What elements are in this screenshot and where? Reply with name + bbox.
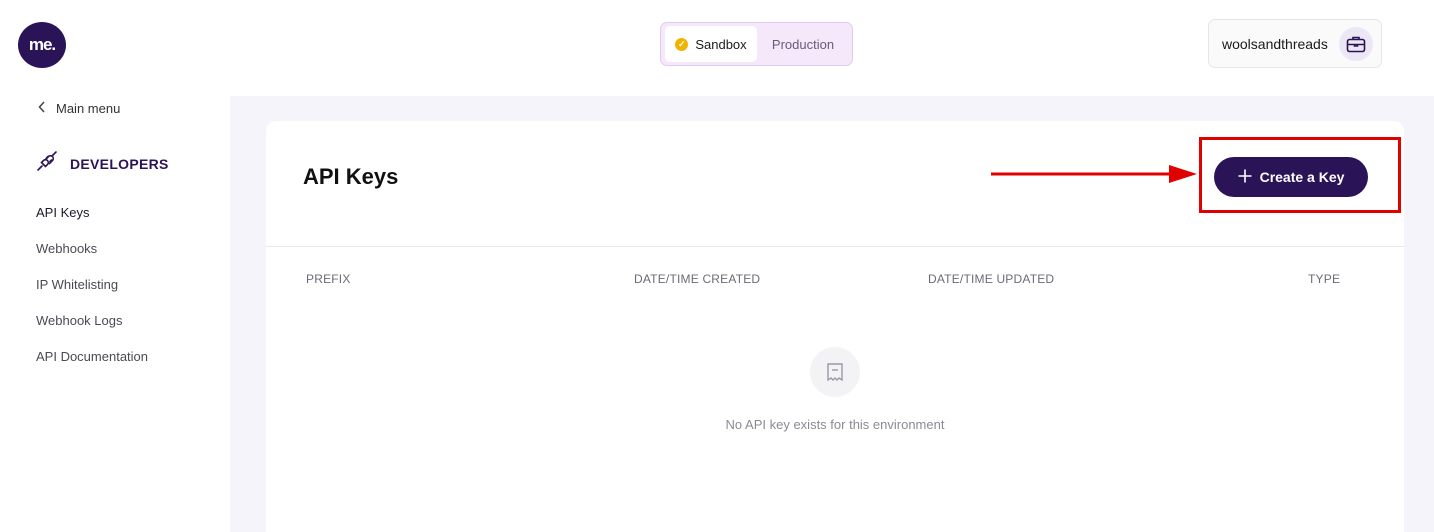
briefcase-icon <box>1339 26 1373 61</box>
empty-state-text: No API key exists for this environment <box>725 417 945 432</box>
account-name: woolsandthreads <box>1222 35 1328 52</box>
page-title: API Keys <box>303 164 399 189</box>
environment-switch: ✓ Sandbox Production <box>660 22 853 66</box>
chevron-left-icon <box>38 101 46 116</box>
column-header-prefix: PREFIX <box>306 272 351 286</box>
developers-section-header: DEVELOPERS <box>36 150 169 177</box>
create-key-button[interactable]: Create a Key <box>1214 157 1368 197</box>
create-key-label: Create a Key <box>1259 169 1345 185</box>
receipt-icon <box>810 347 860 397</box>
card-divider <box>266 246 1404 247</box>
plus-icon <box>1238 169 1252 186</box>
sidebar-item-api-keys[interactable]: API Keys <box>36 204 148 240</box>
account-switcher[interactable]: woolsandthreads <box>1208 19 1382 68</box>
annotation-arrow <box>991 165 1197 183</box>
sidebar-item-webhooks[interactable]: Webhooks <box>36 240 148 276</box>
logo-text: me. <box>28 35 56 54</box>
main-menu-link[interactable]: Main menu <box>38 101 120 116</box>
sidebar-item-ip-whitelisting[interactable]: IP Whitelisting <box>36 276 148 312</box>
sidebar-item-api-documentation[interactable]: API Documentation <box>36 348 148 384</box>
sidebar-item-webhook-logs[interactable]: Webhook Logs <box>36 312 148 348</box>
api-keys-card: API Keys Create a Key PREFIX DATE/TIME C… <box>266 121 1404 532</box>
env-production-button[interactable]: Production <box>761 26 845 62</box>
env-sandbox-label: Sandbox <box>695 36 747 52</box>
sidebar-nav: API Keys Webhooks IP Whitelisting Webhoo… <box>36 204 148 384</box>
plug-icon <box>36 150 58 177</box>
main-menu-label: Main menu <box>56 101 121 116</box>
column-header-created: DATE/TIME CREATED <box>634 272 761 286</box>
env-sandbox-button[interactable]: ✓ Sandbox <box>665 26 757 62</box>
check-icon: ✓ <box>675 37 689 51</box>
column-header-type: TYPE <box>1308 272 1341 286</box>
column-header-updated: DATE/TIME UPDATED <box>928 272 1055 286</box>
developers-title: DEVELOPERS <box>70 155 169 172</box>
app-logo[interactable]: me. <box>18 22 66 68</box>
env-production-label: Production <box>771 36 835 52</box>
